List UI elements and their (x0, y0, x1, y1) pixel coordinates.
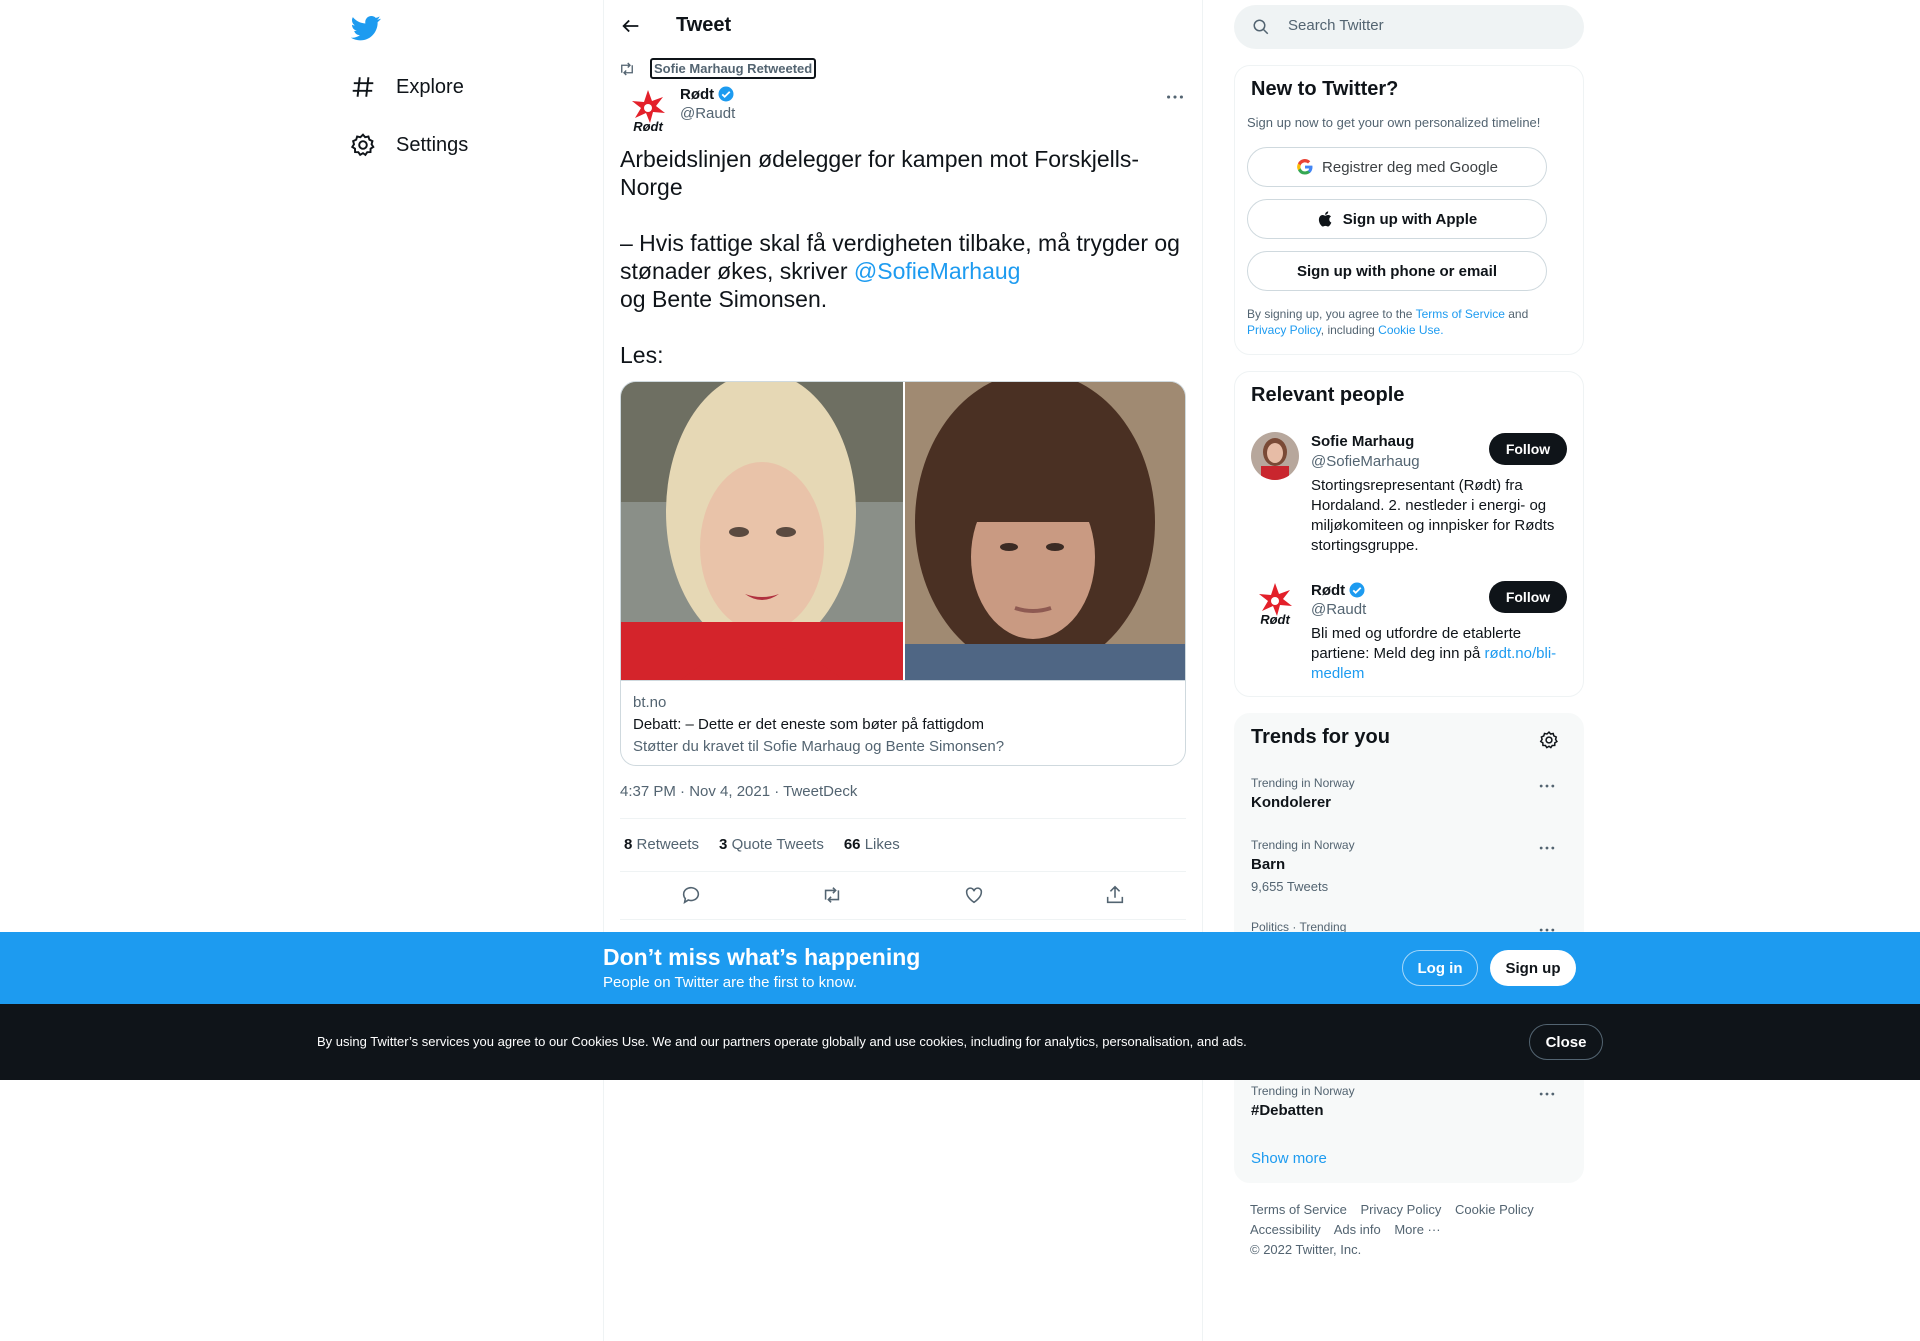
twitter-bird-icon[interactable] (351, 13, 381, 43)
signup-banner: Don’t miss what’s happening People on Tw… (0, 932, 1920, 1004)
footer-link[interactable]: Terms of Service (1250, 1202, 1347, 1217)
tweet-actions (620, 884, 1186, 906)
card-domain: bt.no (633, 694, 667, 711)
main-column: Tweet Sofie Marhaug Retweeted Rødt Rødt … (604, 0, 1202, 1341)
person-name[interactable]: Sofie Marhaug (1311, 433, 1414, 450)
card-image-left (621, 382, 903, 680)
trends-title: Trends for you (1251, 726, 1390, 748)
person-bio: Stortingsrepresentant (Rødt) fra Hordala… (1311, 477, 1555, 554)
footer-link[interactable]: Cookie Policy (1455, 1202, 1534, 1217)
footer-link[interactable]: Privacy Policy (1360, 1202, 1441, 1217)
banner-title: Don’t miss what’s happening (603, 944, 921, 970)
verified-badge-icon (718, 86, 734, 102)
person-name[interactable]: Rødt (1311, 581, 1366, 599)
like-icon[interactable] (963, 884, 985, 906)
privacy-link[interactable]: Privacy Policy (1247, 323, 1321, 337)
google-icon (1297, 158, 1313, 175)
person-handle[interactable]: @SofieMarhaug (1311, 453, 1420, 470)
retweet-action-icon[interactable] (821, 884, 843, 906)
card-meta: bt.no Debatt: – Dette er det eneste som … (621, 680, 1185, 765)
more-options-icon[interactable] (1164, 86, 1186, 108)
card-image-right (905, 382, 1185, 680)
tweet-stats: 8 Retweets 3 Quote Tweets 66 Likes (624, 836, 900, 853)
search-box[interactable] (1234, 5, 1584, 49)
divider (620, 818, 1186, 819)
tweet-text: Arbeidslinjen ødelegger for kampen mot F… (620, 146, 1180, 368)
google-signup-button[interactable]: Registrer deg med Google (1247, 147, 1547, 187)
signup-legal-text: By signing up, you agree to the Terms of… (1247, 307, 1529, 337)
person-bio: Bli med og utfordre de etablerte partien… (1311, 625, 1557, 682)
search-input[interactable] (1288, 17, 1568, 34)
follow-button[interactable]: Follow (1489, 581, 1567, 613)
svg-text:Rødt: Rødt (1260, 612, 1290, 627)
retweeted-by-link[interactable]: Sofie Marhaug Retweeted (650, 58, 817, 79)
follow-button[interactable]: Follow (1489, 433, 1567, 465)
nav-settings[interactable]: Settings (350, 123, 468, 167)
nav-settings-label: Settings (396, 133, 469, 156)
likes-stat[interactable]: 66 Likes (844, 836, 900, 853)
new-to-twitter-subtitle: Sign up now to get your own personalized… (1247, 115, 1541, 130)
relevant-people-title: Relevant people (1251, 384, 1405, 406)
show-more-link[interactable]: Show more (1251, 1150, 1327, 1167)
person-handle[interactable]: @Raudt (1311, 601, 1366, 618)
retweet-icon (621, 62, 633, 75)
author-handle[interactable]: @Raudt (680, 105, 735, 122)
column-divider-right (1202, 0, 1203, 1341)
close-button[interactable]: Close (1529, 1024, 1603, 1060)
login-button[interactable]: Log in (1402, 950, 1478, 986)
hashtag-icon (352, 77, 374, 97)
new-to-twitter-panel: New to Twitter? Sign up now to get your … (1234, 65, 1584, 355)
apple-icon (1318, 211, 1332, 227)
nav-explore[interactable]: Explore (350, 65, 464, 109)
footer-link[interactable]: Ads info (1334, 1222, 1381, 1237)
arrow-left-icon[interactable] (620, 15, 642, 37)
nav-explore-label: Explore (396, 75, 464, 98)
new-to-twitter-title: New to Twitter? (1251, 78, 1399, 100)
banner-subtitle: People on Twitter are the first to know. (603, 974, 858, 991)
footer-link[interactable]: Accessibility (1250, 1222, 1321, 1237)
divider (620, 919, 1186, 920)
tweet-timestamp[interactable]: 4:37 PM · Nov 4, 2021 · TweetDeck (620, 783, 857, 800)
phone-email-signup-button[interactable]: Sign up with phone or email (1247, 251, 1547, 291)
cookie-use-link[interactable]: Cookie Use. (1378, 323, 1443, 337)
tweet-header: Tweet (604, 0, 1202, 53)
link-card[interactable]: bt.no Debatt: – Dette er det eneste som … (620, 381, 1186, 766)
terms-link[interactable]: Terms of Service (1416, 307, 1505, 321)
mention-link[interactable]: @SofieMarhaug (854, 258, 1021, 284)
rodt-avatar[interactable]: Rødt (1251, 580, 1299, 628)
more-options-icon[interactable] (1537, 838, 1557, 858)
author-name[interactable]: Rødt (680, 85, 735, 103)
footer-more-link[interactable]: More ··· (1394, 1222, 1440, 1237)
share-icon[interactable] (1104, 884, 1126, 906)
footer-links: Terms of Service Privacy Policy Cookie P… (1250, 1200, 1570, 1260)
reply-icon[interactable] (680, 884, 702, 906)
rodt-avatar[interactable]: Rødt (624, 87, 672, 135)
more-options-icon[interactable] (1537, 776, 1557, 796)
card-description: Støtter du kravet til Sofie Marhaug og B… (633, 738, 1005, 755)
svg-text:Rødt: Rødt (633, 119, 663, 134)
more-options-icon[interactable] (1537, 1084, 1557, 1104)
cookie-text: By using Twitter’s services you agree to… (317, 1034, 1247, 1049)
divider (620, 871, 1186, 872)
cookie-bar: By using Twitter’s services you agree to… (0, 1004, 1920, 1080)
quote-tweets-stat[interactable]: 3 Quote Tweets (719, 836, 824, 853)
search-icon (1253, 19, 1269, 35)
sofie-avatar[interactable] (1251, 432, 1299, 480)
relevant-people-panel: Relevant people Sofie Marhaug @SofieMarh… (1234, 371, 1584, 697)
verified-badge-icon (1349, 582, 1365, 598)
retweet-context: Sofie Marhaug Retweeted (618, 58, 817, 79)
gear-icon[interactable] (1539, 730, 1559, 750)
copyright: © 2022 Twitter, Inc. (1250, 1242, 1362, 1257)
apple-signup-button[interactable]: Sign up with Apple (1247, 199, 1547, 239)
signup-button[interactable]: Sign up (1490, 950, 1576, 986)
retweets-stat[interactable]: 8 Retweets (624, 836, 699, 853)
card-title: Debatt: – Dette er det eneste som bøter … (633, 716, 985, 733)
gear-icon (350, 133, 375, 157)
page-title: Tweet (676, 14, 732, 36)
